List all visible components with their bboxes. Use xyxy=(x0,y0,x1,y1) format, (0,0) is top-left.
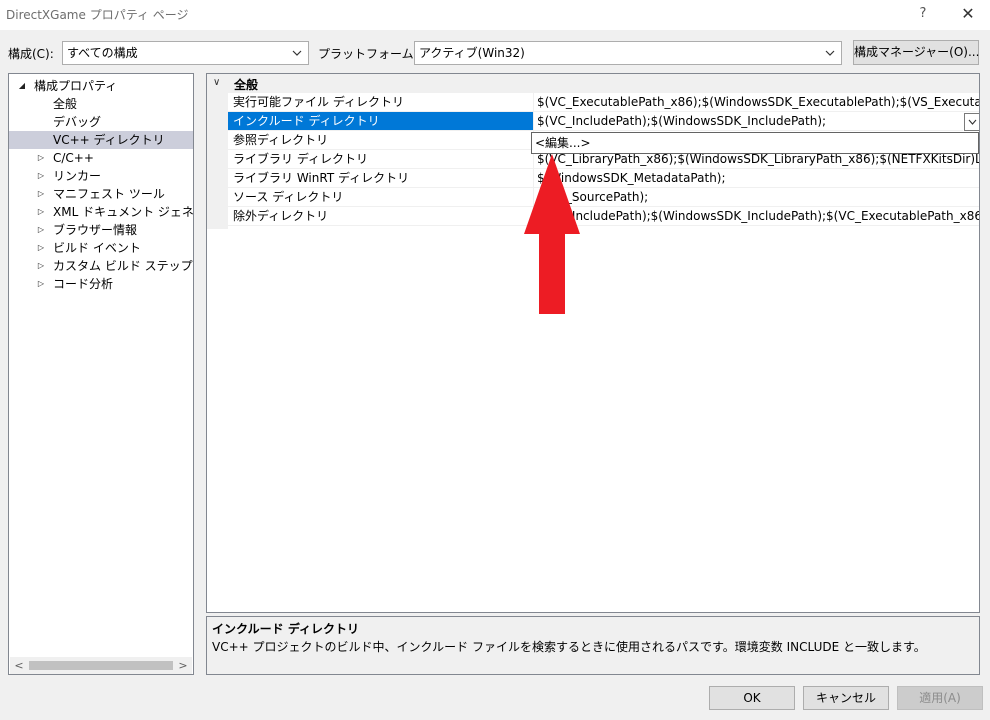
grid-margin xyxy=(207,74,228,229)
apply-button[interactable]: 適用(A) xyxy=(897,686,983,710)
scrollbar-thumb[interactable] xyxy=(29,661,173,670)
property-name[interactable]: ソース ディレクトリ xyxy=(228,188,533,207)
ok-button[interactable]: OK xyxy=(709,686,795,710)
chevron-down-icon xyxy=(968,119,977,125)
collapse-chevron-icon[interactable]: ∨ xyxy=(213,76,225,90)
tree-item-label: ブラウザー情報 xyxy=(53,223,138,237)
expand-triangle-icon[interactable]: ▷ xyxy=(36,167,46,185)
scroll-left-icon[interactable]: < xyxy=(12,657,26,674)
property-tree: ◢ 構成プロパティ全般デバッグ VC++ ディレクトリ ▷ C/C++ ▷ リンカー ▷ マニフ… xyxy=(8,73,194,675)
edit-menu-item[interactable]: <編集...> xyxy=(535,136,591,150)
tree-item-label: リンカー xyxy=(53,169,102,183)
tree-item-label: コード分析 xyxy=(53,277,114,291)
property-name[interactable]: 実行可能ファイル ディレクトリ xyxy=(228,93,533,112)
expand-triangle-icon[interactable]: ▷ xyxy=(36,239,46,257)
close-button[interactable]: ✕ xyxy=(955,2,981,26)
property-name[interactable]: 除外ディレクトリ xyxy=(228,207,533,226)
category-label: 全般 xyxy=(234,78,259,92)
property-name[interactable]: インクルード ディレクトリ xyxy=(228,112,533,131)
property-value[interactable]: $(VC_ExecutablePath_x86);$(WindowsSDK_Ex… xyxy=(533,93,979,112)
expand-triangle-icon[interactable]: ▷ xyxy=(36,149,46,167)
tree-item[interactable]: 全般 xyxy=(9,95,193,113)
red-arrow-annotation xyxy=(524,154,580,314)
property-grid: ∨ 全般 実行可能ファイル ディレクトリ $(VC_ExecutablePath_… xyxy=(206,73,980,613)
property-value[interactable]: $(VC_IncludePath);$(WindowsSDK_IncludePa… xyxy=(533,112,963,131)
tree-item[interactable]: ▷ XML ドキュメント ジェネレーター xyxy=(9,203,193,221)
cancel-button[interactable]: キャンセル xyxy=(803,686,889,710)
horizontal-scrollbar[interactable]: < > xyxy=(10,657,192,674)
platform-select[interactable]: アクティブ(Win32) xyxy=(414,41,842,65)
tree-item-label: カスタム ビルド ステップ xyxy=(53,259,193,273)
platform-select-value: アクティブ(Win32) xyxy=(419,46,525,60)
property-name[interactable]: ライブラリ ディレクトリ xyxy=(228,150,533,169)
tree-item[interactable]: ▷ カスタム ビルド ステップ xyxy=(9,257,193,275)
tree-item[interactable]: ▷ C/C++ xyxy=(9,149,193,167)
help-button[interactable]: ? xyxy=(912,3,934,25)
tree-item[interactable]: ◢ 構成プロパティ xyxy=(9,77,193,95)
expand-triangle-icon[interactable]: ▷ xyxy=(36,257,46,275)
expand-triangle-icon[interactable]: ▷ xyxy=(36,221,46,239)
window-title: DirectXGame プロパティ ページ xyxy=(6,8,189,22)
tree-item[interactable]: ▷ ビルド イベント xyxy=(9,239,193,257)
expanded-triangle-icon[interactable]: ◢ xyxy=(17,77,27,95)
tree-item-label: 全般 xyxy=(53,97,78,111)
property-name[interactable]: 参照ディレクトリ xyxy=(228,131,533,150)
property-name[interactable]: ライブラリ WinRT ディレクトリ xyxy=(228,169,533,188)
chevron-down-icon xyxy=(825,50,835,56)
property-value[interactable]: $(WindowsSDK_MetadataPath); xyxy=(533,169,979,188)
chevron-down-icon xyxy=(292,50,302,56)
category-row[interactable]: ∨ 全般 xyxy=(207,74,979,93)
tree-item-label: 構成プロパティ xyxy=(34,79,118,93)
config-select[interactable]: すべての構成 xyxy=(62,41,309,65)
title-bar: DirectXGame プロパティ ページ ? ✕ xyxy=(0,0,990,30)
description-text: VC++ プロジェクトのビルド中、インクルード ファイルを検索するときに使用され… xyxy=(212,640,926,654)
tree-item[interactable]: ▷ コード分析 xyxy=(9,275,193,293)
config-manager-button[interactable]: 構成マネージャー(O)... xyxy=(853,40,979,65)
tree-item-label: XML ドキュメント ジェネレーター xyxy=(53,205,193,219)
tree-item[interactable]: ▷ ブラウザー情報 xyxy=(9,221,193,239)
property-value[interactable]: $(VC_IncludePath);$(WindowsSDK_IncludePa… xyxy=(533,207,979,226)
description-panel: インクルード ディレクトリ VC++ プロジェクトのビルド中、インクルード ファ… xyxy=(206,616,980,675)
tree-item-label: VC++ ディレクトリ xyxy=(53,133,165,147)
config-label: 構成(C): xyxy=(8,47,54,61)
config-select-value: すべての構成 xyxy=(67,46,138,60)
property-value[interactable]: $(VC_SourcePath); xyxy=(533,188,979,207)
description-title: インクルード ディレクトリ xyxy=(212,622,359,636)
value-dropdown-button[interactable] xyxy=(964,113,979,131)
tree-item-label: C/C++ xyxy=(53,151,94,165)
tree-item[interactable]: VC++ ディレクトリ xyxy=(9,131,193,149)
expand-triangle-icon[interactable]: ▷ xyxy=(36,275,46,293)
expand-triangle-icon[interactable]: ▷ xyxy=(36,185,46,203)
tree-item[interactable]: ▷ マニフェスト ツール xyxy=(9,185,193,203)
tree-item-label: ビルド イベント xyxy=(53,241,141,255)
tree-item[interactable]: ▷ リンカー xyxy=(9,167,193,185)
edit-dropdown-popup: <編集...> xyxy=(531,132,979,154)
expand-triangle-icon[interactable]: ▷ xyxy=(36,203,46,221)
tree-item-label: デバッグ xyxy=(53,115,102,129)
tree-item[interactable]: デバッグ xyxy=(9,113,193,131)
tree-item-label: マニフェスト ツール xyxy=(53,187,165,201)
scroll-right-icon[interactable]: > xyxy=(176,657,190,674)
